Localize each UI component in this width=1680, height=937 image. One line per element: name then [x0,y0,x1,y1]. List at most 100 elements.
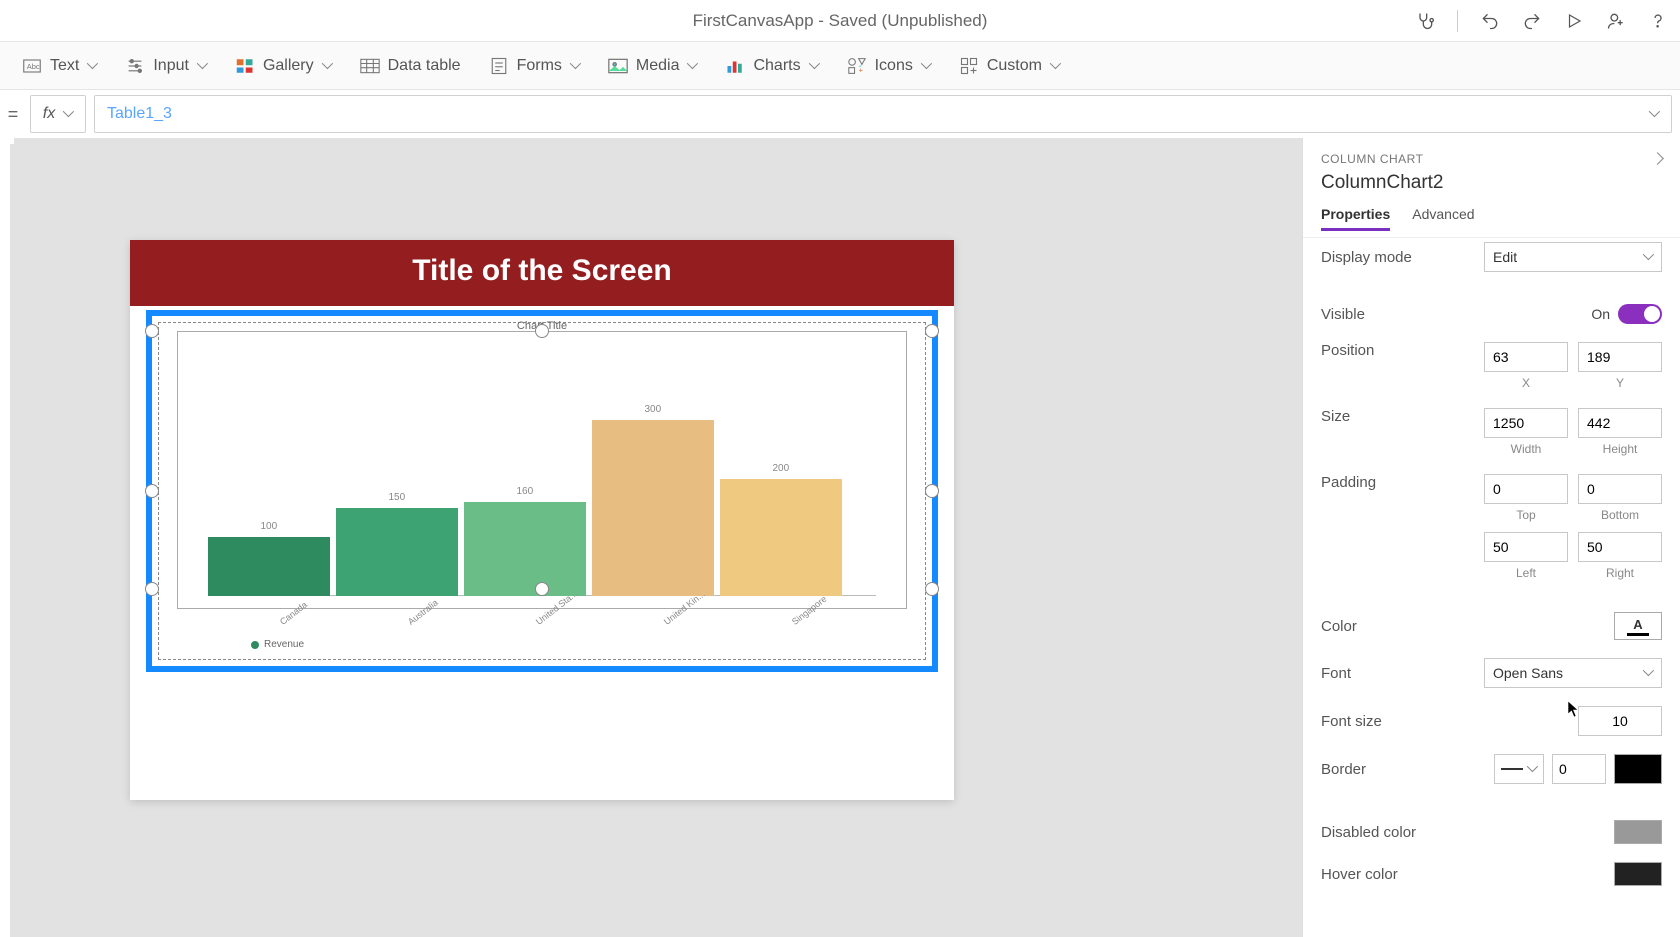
chevron-down-icon [1643,252,1653,262]
resize-handle[interactable] [535,582,549,596]
gallery-icon [235,56,255,76]
hover-color-swatch[interactable] [1614,862,1662,886]
ribbon-custom[interactable]: Custom [959,56,1060,76]
size-width-input[interactable] [1484,408,1568,438]
chart-legend: Revenue [177,613,907,651]
formula-input[interactable]: Table1_3 [94,95,1672,133]
resize-handle[interactable] [925,484,939,498]
sub-label: X [1484,376,1568,390]
chevron-down-icon [570,61,580,71]
charts-icon [725,56,745,76]
bar-value-label: 300 [644,404,661,415]
undo-icon[interactable] [1480,11,1500,31]
ribbon-text-label: Text [50,57,79,75]
ribbon-media[interactable]: Media [608,56,698,76]
formula-value: Table1_3 [107,105,172,123]
visible-toggle[interactable]: On [1591,304,1662,324]
position-y-input[interactable] [1578,342,1662,372]
resize-handle[interactable] [145,582,159,596]
ribbon-input[interactable]: Input [125,56,207,76]
play-icon[interactable] [1564,11,1584,31]
fx-dropdown[interactable]: fx [30,95,86,133]
bar-value-label: 100 [260,521,277,532]
ribbon-charts[interactable]: Charts [725,56,818,76]
share-icon[interactable] [1606,11,1626,31]
resize-handle[interactable] [145,324,159,338]
panel-body: Display mode Edit Visible On Position [1303,237,1680,928]
size-height-input[interactable] [1578,408,1662,438]
panel-category: COLUMN CHART [1321,152,1662,166]
ribbon-charts-label: Charts [753,57,800,75]
padding-top-input[interactable] [1484,474,1568,504]
position-x-input[interactable] [1484,342,1568,372]
title-bar: FirstCanvasApp - Saved (Unpublished) [0,0,1680,42]
resize-handle[interactable] [145,484,159,498]
stethoscope-icon[interactable] [1415,11,1435,31]
padding-left-input[interactable] [1484,532,1568,562]
svg-text:Abc: Abc [27,62,40,71]
app-title: FirstCanvasApp - Saved (Unpublished) [693,11,988,31]
chevron-down-icon [921,61,931,71]
font-select[interactable]: Open Sans [1484,658,1662,688]
svg-text:✓: ✓ [858,63,863,69]
font-size-input[interactable] [1578,706,1662,736]
padding-right-input[interactable] [1578,532,1662,562]
prop-font-size: Font size [1321,697,1662,745]
help-icon[interactable] [1648,11,1668,31]
ribbon-datatable[interactable]: Data table [360,56,461,76]
ribbon-gallery[interactable]: Gallery [235,56,332,76]
legend-label: Revenue [264,639,304,650]
prop-label: Font size [1321,713,1382,730]
prop-label: Display mode [1321,249,1412,266]
forms-icon [489,56,509,76]
sub-label: Left [1484,566,1568,580]
formula-bar: = fx Table1_3 [0,90,1680,138]
ribbon-icons[interactable]: +✓ Icons [847,56,931,76]
prop-label: Padding [1321,474,1376,491]
prop-hover-color: Hover color [1321,853,1662,895]
tab-properties[interactable]: Properties [1321,206,1390,231]
main-area: Title of the Screen Chart Title 10015016… [0,138,1680,937]
border-color-swatch[interactable] [1614,754,1662,784]
chevron-down-icon [1649,109,1659,119]
tab-advanced[interactable]: Advanced [1412,206,1474,231]
prop-display-mode: Display mode Edit [1321,242,1662,281]
display-mode-select[interactable]: Edit [1484,242,1662,272]
resize-handle[interactable] [925,582,939,596]
canvas-page[interactable]: Title of the Screen Chart Title 10015016… [10,144,1065,937]
font-color-button[interactable]: A [1614,612,1662,640]
text-icon: Abc [22,56,42,76]
sub-label: Top [1484,508,1568,522]
sub-label: Right [1578,566,1662,580]
panel-object-name: ColumnChart2 [1321,172,1662,194]
chart-selection[interactable]: Chart Title 100150160300200 CanadaAustra… [146,310,938,672]
prop-disabled-color: Disabled color [1321,811,1662,853]
prop-label: Hover color [1321,866,1398,883]
ribbon-text[interactable]: Abc Text [22,56,97,76]
ribbon-forms[interactable]: Forms [489,56,580,76]
ribbon-datatable-label: Data table [388,57,461,75]
panel-category-label: COLUMN CHART [1321,152,1423,166]
redo-icon[interactable] [1522,11,1542,31]
properties-panel: COLUMN CHART ColumnChart2 Properties Adv… [1302,138,1680,937]
disabled-color-swatch[interactable] [1614,820,1662,844]
chevron-right-icon[interactable] [1653,152,1662,166]
ribbon-media-label: Media [636,57,680,75]
chevron-down-icon [1527,764,1537,774]
bar-value-label: 150 [388,492,405,503]
toggle-label: On [1591,306,1610,322]
resize-handle[interactable] [925,324,939,338]
prop-label: Visible [1321,306,1365,323]
bar-value-label: 160 [516,486,533,497]
padding-bottom-input[interactable] [1578,474,1662,504]
legend-dot-icon [251,641,259,649]
canvas-scroll[interactable]: Title of the Screen Chart Title 10015016… [0,138,1302,937]
datatable-icon [360,56,380,76]
bar-value-label: 200 [772,463,789,474]
chart-box[interactable]: 100 150 160 300 200 [177,331,907,609]
resize-handle[interactable] [535,324,549,338]
prop-label: Color [1321,618,1357,635]
border-style-select[interactable] [1494,754,1544,784]
border-width-input[interactable] [1552,754,1606,784]
chart-bar: 100 [208,537,330,596]
